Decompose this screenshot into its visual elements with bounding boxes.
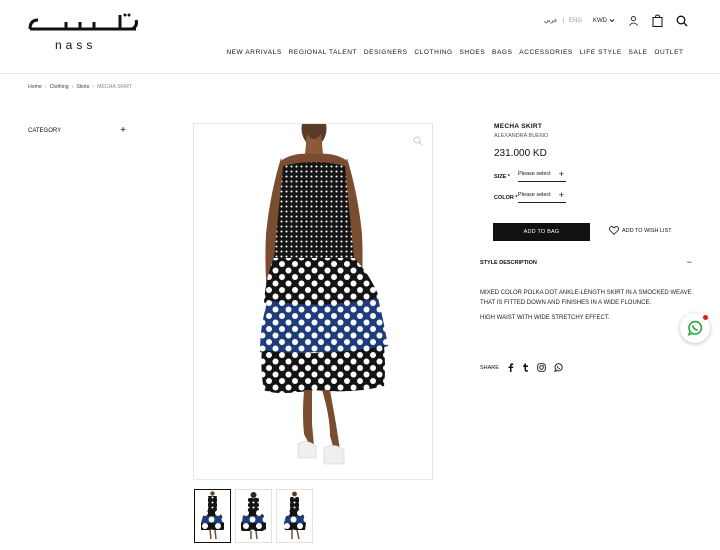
size-selector-row: SIZE * Please select + xyxy=(494,168,694,182)
shopping-bag-icon[interactable] xyxy=(652,14,663,27)
chevron-right-icon: › xyxy=(71,84,74,90)
whatsapp-chat-button[interactable] xyxy=(680,313,710,343)
breadcrumb: Home › Clothing › Skirts › MECHA SKIRT xyxy=(28,84,132,90)
category-label: CATEGORY xyxy=(28,128,62,134)
lang-english-link[interactable]: ENG xyxy=(569,18,582,24)
chevron-right-icon: › xyxy=(92,84,95,90)
thumbnail-image xyxy=(241,492,266,540)
plus-icon: + xyxy=(558,168,564,179)
color-selector-row: COLOR * Please select + xyxy=(494,189,694,203)
product-info: MECHA SKIRT ALEXANDRA BUENO 231.000 KD S… xyxy=(494,123,694,203)
thumbnail-side[interactable] xyxy=(276,489,313,543)
product-photo xyxy=(260,124,388,465)
nav-sale[interactable]: SALE xyxy=(625,49,651,56)
header-divider xyxy=(0,73,720,74)
add-to-wishlist-link[interactable]: ADD TO WISH LIST xyxy=(609,226,672,235)
lang-separator: | xyxy=(562,17,564,24)
size-select-value: Please select xyxy=(518,171,551,177)
color-select-value: Please select xyxy=(518,192,551,198)
breadcrumb-clothing[interactable]: Clothing xyxy=(50,84,69,90)
description-paragraph: MIXED COLOR POLKA DOT ANKLE-LENGTH SKIRT… xyxy=(480,290,692,306)
breadcrumb-home[interactable]: Home xyxy=(28,84,42,90)
nav-bags[interactable]: BAGS xyxy=(489,49,516,56)
heart-icon xyxy=(609,226,619,235)
whatsapp-icon[interactable] xyxy=(554,363,563,372)
nav-regional-talent[interactable]: REGIONAL TALENT xyxy=(285,49,360,56)
nav-accessories[interactable]: ACCESSORIES xyxy=(516,49,576,56)
style-description-toggle[interactable]: STYLE DESCRIPTION − xyxy=(480,257,692,267)
search-icon[interactable] xyxy=(676,15,688,27)
style-description-title: STYLE DESCRIPTION xyxy=(480,260,537,266)
chevron-right-icon: › xyxy=(44,84,47,90)
product-price: 231.000 KD xyxy=(494,148,547,159)
nav-designers[interactable]: DESIGNERS xyxy=(360,49,410,56)
lang-arabic-link[interactable]: عربي xyxy=(544,17,558,24)
logo-arabic-wordmark xyxy=(28,13,138,31)
thumbnail-back[interactable] xyxy=(235,489,272,543)
nav-shoes[interactable]: SHOES xyxy=(456,49,489,56)
breadcrumb-skirts[interactable]: Skirts xyxy=(76,84,89,90)
color-label: COLOR * xyxy=(494,194,518,201)
logo-latin-wordmark: nass xyxy=(55,38,97,52)
product-name: MECHA SKIRT xyxy=(494,123,543,130)
notification-dot xyxy=(703,315,708,320)
minus-icon: − xyxy=(686,257,692,267)
wishlist-label: ADD TO WISH LIST xyxy=(622,227,672,234)
whatsapp-icon xyxy=(687,320,703,336)
main-navigation: NEW ARRIVALS REGIONAL TALENT DESIGNERS C… xyxy=(223,49,687,56)
style-description-body: MIXED COLOR POLKA DOT ANKLE-LENGTH SKIRT… xyxy=(480,289,695,324)
nav-outlet[interactable]: OUTLET xyxy=(651,49,687,56)
tumblr-icon[interactable] xyxy=(522,363,529,372)
account-icon[interactable] xyxy=(628,15,639,26)
category-filter[interactable]: CATEGORY + xyxy=(28,125,126,136)
nav-new-arrivals[interactable]: NEW ARRIVALS xyxy=(223,49,285,56)
thumbnail-front[interactable] xyxy=(194,489,231,543)
currency-selector[interactable]: KWD xyxy=(593,18,615,24)
chevron-down-icon xyxy=(609,19,615,23)
brand-logo[interactable]: nass xyxy=(28,12,140,52)
nav-life-style[interactable]: LIFE STYLE xyxy=(576,49,625,56)
breadcrumb-current: MECHA SKIRT xyxy=(97,84,133,90)
size-label: SIZE * xyxy=(494,173,510,180)
plus-icon: + xyxy=(120,125,126,136)
currency-label: KWD xyxy=(593,17,607,24)
add-to-bag-button[interactable]: ADD TO BAG xyxy=(493,223,590,241)
product-main-image[interactable] xyxy=(193,123,433,480)
facebook-icon[interactable] xyxy=(507,363,514,372)
zoom-icon[interactable] xyxy=(413,133,423,151)
plus-icon: + xyxy=(558,189,564,200)
instagram-icon[interactable] xyxy=(537,363,546,372)
size-select[interactable]: Please select + xyxy=(518,168,566,182)
thumbnail-strip xyxy=(194,489,313,543)
description-paragraph: HIGH WAIST WITH WIDE STRETCHY EFFECT. xyxy=(480,315,610,321)
thumbnail-image xyxy=(284,491,306,540)
product-designer[interactable]: ALEXANDRA BUENO xyxy=(494,133,694,139)
share-label: SHARE xyxy=(480,364,499,371)
share-bar: SHARE xyxy=(480,363,563,372)
thumbnail-image xyxy=(201,491,224,540)
nav-clothing[interactable]: CLOTHING xyxy=(411,49,456,56)
header-utilities: عربي | ENG KWD xyxy=(544,14,688,27)
color-select[interactable]: Please select + xyxy=(518,189,566,203)
